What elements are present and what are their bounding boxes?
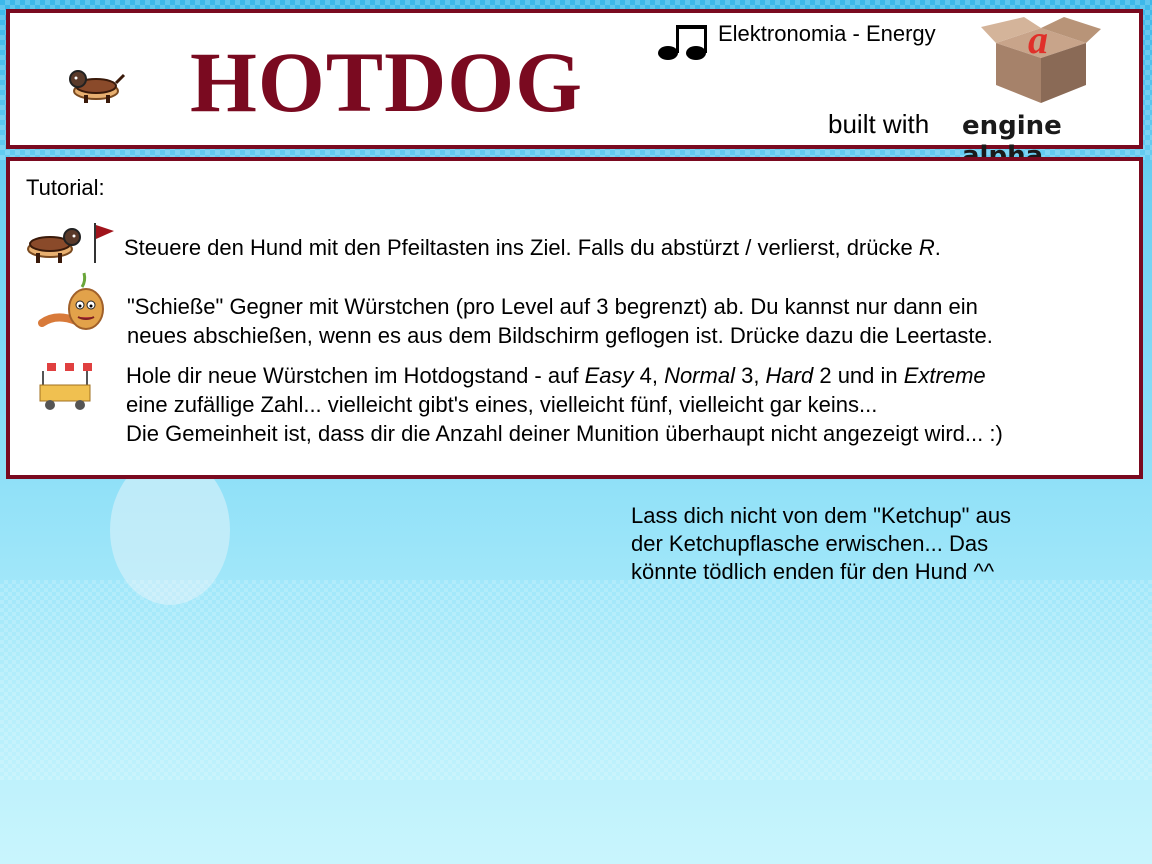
easy-count: 4, — [633, 363, 665, 388]
tutorial-panel: Tutorial: Steuere den Hund mit den Pfeil… — [6, 157, 1143, 479]
tutorial-shoot-text-2: neues abschießen, wenn es aus dem Bildsc… — [127, 323, 993, 348]
tutorial-heading: Tutorial: — [26, 175, 105, 200]
tutorial-stand-text-2: eine zufällige Zahl... vielleicht gibt's… — [126, 392, 878, 417]
normal-count: 3, — [734, 363, 766, 388]
hint-line-3: könnte tödlich enden für den Hund ^^ — [631, 559, 995, 584]
difficulty-normal: Normal — [664, 363, 735, 388]
hint-line-1: Lass dich nicht von dem "Ketchup" aus — [631, 503, 1012, 528]
tutorial-shoot-text-1: "Schieße" Gegner mit Würstchen (pro Leve… — [127, 294, 978, 319]
tutorial-line1-end: . — [934, 235, 941, 260]
hotdog-stand-icon — [36, 361, 94, 418]
hint-line-2: der Ketchupflasche erwischen... Das — [631, 531, 989, 556]
engine-alpha-logo: a — [976, 13, 1106, 114]
tutorial-restart-text: Falls du abstürzt / verlierst, drücke — [577, 235, 919, 260]
tutorial-line-stand: Hole dir neue Würstchen im Hotdogstand -… — [126, 361, 1003, 448]
ketchup-hint: Lass dich nicht von dem "Ketchup" aus de… — [631, 502, 1011, 586]
music-notes-icon — [656, 19, 710, 68]
built-with-label: built with — [828, 109, 930, 139]
tutorial-stand-text-3: Die Gemeinheit ist, dass dir die Anzahl … — [126, 421, 1003, 446]
background-pattern — [0, 580, 1152, 780]
header-panel: HOTDOG Elektronomia - Energy a built wit… — [6, 9, 1143, 171]
onion-enemy-icon — [64, 271, 108, 338]
svg-text:a: a — [1028, 17, 1048, 62]
hard-count: 2 und in — [813, 363, 904, 388]
difficulty-extreme: Extreme — [903, 363, 986, 388]
tutorial-controls-text: Steuere den Hund mit den Pfeiltasten ins… — [124, 235, 572, 260]
game-title: HOTDOG — [190, 34, 584, 130]
hotdog-dog-icon — [24, 223, 88, 272]
tutorial-line-shoot: "Schieße" Gegner mit Würstchen (pro Leve… — [127, 292, 993, 350]
tutorial-stand-text-1: Hole dir neue Würstchen im Hotdogstand -… — [126, 361, 1003, 390]
tutorial-line-controls: Steuere den Hund mit den Pfeiltasten ins… — [124, 233, 941, 262]
hotdog-dog-icon — [62, 63, 132, 112]
music-credit: Elektronomia - Energy — [718, 21, 936, 46]
stand-text-intro: Hole dir neue Würstchen im Hotdogstand -… — [126, 363, 585, 388]
restart-key: R — [918, 235, 935, 260]
difficulty-hard: Hard — [765, 363, 814, 388]
difficulty-easy: Easy — [584, 363, 634, 388]
goal-flag-icon — [90, 221, 116, 270]
